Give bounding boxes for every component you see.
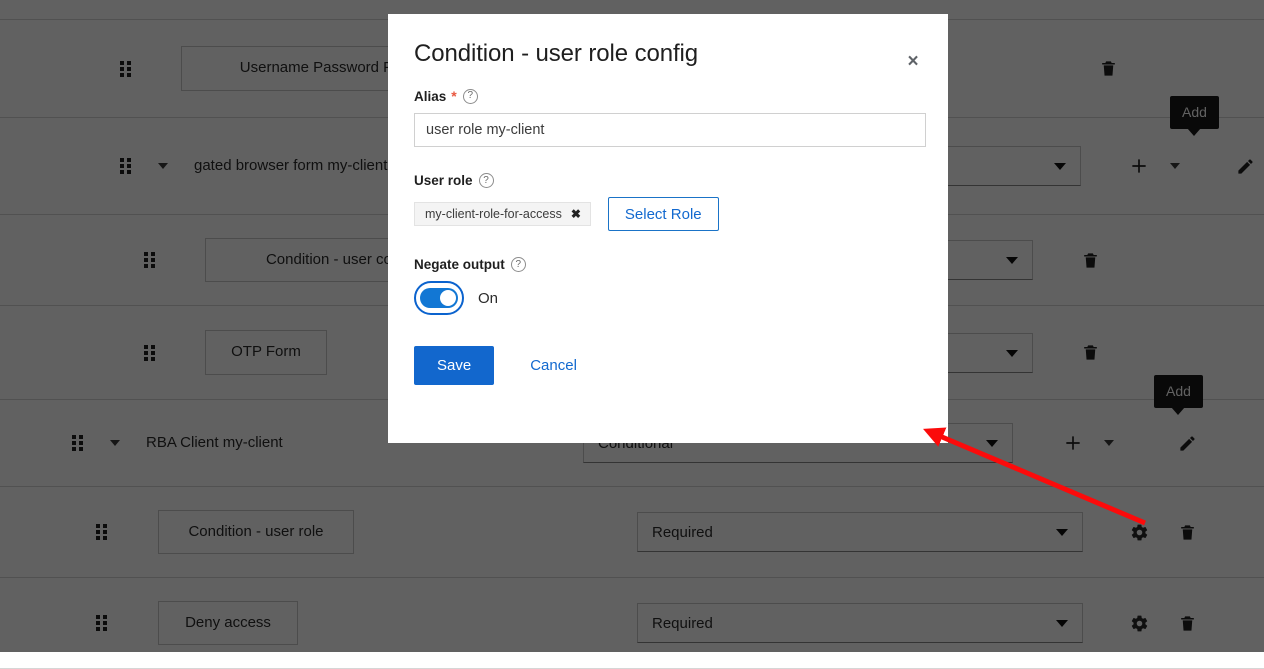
remove-role-icon[interactable]: ✖	[571, 208, 581, 220]
help-icon[interactable]: ?	[510, 257, 526, 272]
alias-input[interactable]	[414, 113, 926, 147]
cancel-button[interactable]: Cancel	[512, 346, 595, 385]
user-role-label-group: User role ?	[414, 173, 922, 188]
negate-output-label: Negate output	[414, 257, 505, 272]
select-role-button[interactable]: Select Role	[607, 197, 719, 231]
negate-output-label-group: Negate output ?	[414, 257, 922, 272]
negate-output-toggle[interactable]	[414, 281, 464, 315]
dialog-header: Condition - user role config ×	[388, 14, 948, 71]
close-icon[interactable]: ×	[900, 48, 926, 74]
required-marker: *	[451, 88, 457, 104]
alias-label-group: Alias * ?	[414, 88, 922, 104]
page-title: Condition - user role config	[414, 40, 699, 67]
dialog-footer: Save Cancel	[388, 346, 948, 385]
alias-label: Alias	[414, 88, 447, 104]
dialog-body: Alias * ? User role ? my-client-role-for…	[388, 88, 948, 315]
save-button[interactable]: Save	[414, 346, 495, 385]
toggle-track	[420, 288, 458, 308]
help-icon[interactable]: ?	[478, 173, 494, 188]
role-chip-label: my-client-role-for-access	[425, 207, 562, 221]
user-role-label: User role	[414, 173, 473, 188]
help-icon[interactable]: ?	[462, 88, 478, 104]
role-chip: my-client-role-for-access ✖	[414, 202, 591, 226]
negate-output-row: On	[414, 281, 922, 315]
negate-output-state: On	[478, 289, 499, 307]
condition-user-role-config-dialog: Condition - user role config × Alias * ?…	[388, 14, 948, 443]
user-role-row: my-client-role-for-access ✖ Select Role	[414, 197, 922, 231]
toggle-knob	[440, 290, 456, 306]
